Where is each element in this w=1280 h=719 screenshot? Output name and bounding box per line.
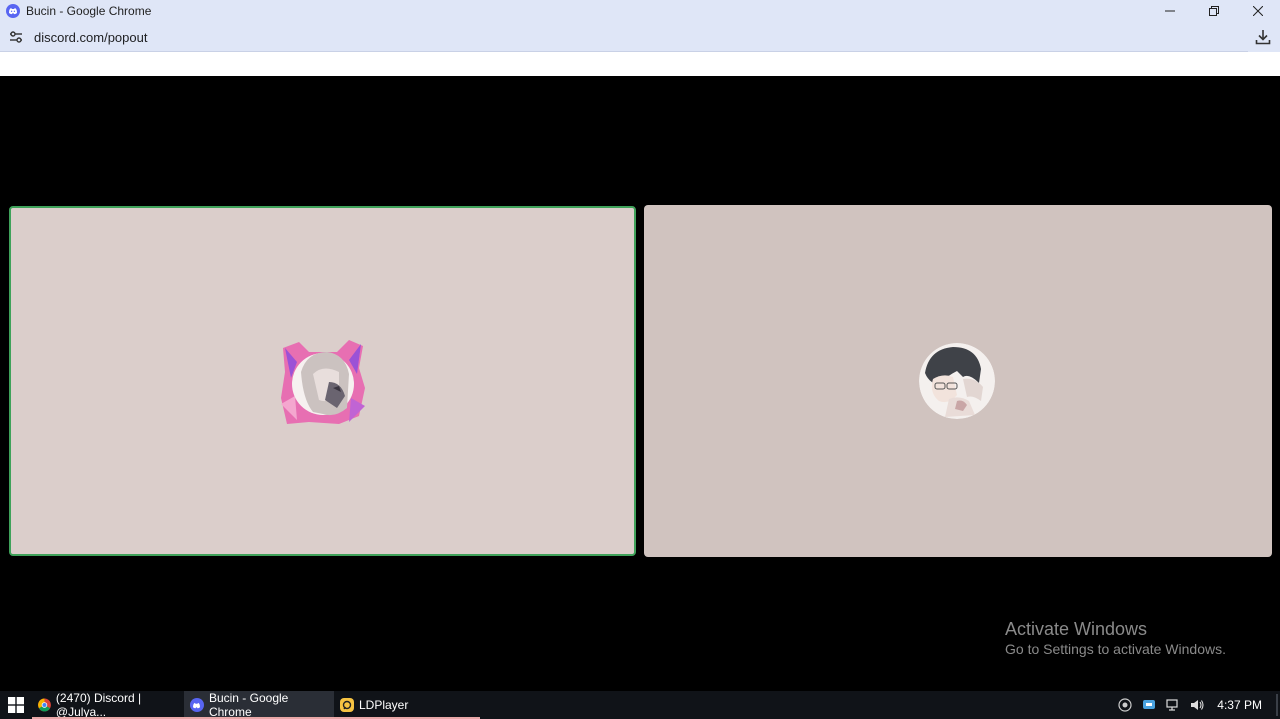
restore-icon: [1209, 6, 1219, 16]
window-titlebar: Bucin - Google Chrome: [0, 0, 1280, 22]
system-tray: 4:37 PM: [1117, 691, 1280, 719]
activate-windows-watermark: Activate Windows Go to Settings to activ…: [1005, 618, 1226, 658]
participant-tile-speaking[interactable]: [9, 206, 636, 556]
network-icon[interactable]: [1165, 697, 1181, 713]
site-info-icon[interactable]: [8, 29, 24, 45]
volume-icon[interactable]: [1189, 697, 1205, 713]
anime-girl-avatar: [281, 340, 365, 424]
close-icon: [1253, 6, 1263, 16]
participant-tile[interactable]: [644, 205, 1272, 557]
activate-subtitle: Go to Settings to activate Windows.: [1005, 641, 1226, 657]
taskbar-item-label: LDPlayer: [359, 698, 409, 712]
minimize-icon: [1165, 10, 1175, 12]
minimize-button[interactable]: [1148, 0, 1192, 22]
discord-icon: [190, 698, 204, 712]
taskbar-item-discord-chrome[interactable]: (2470) Discord | @Julya...: [32, 691, 184, 719]
activate-title: Activate Windows: [1005, 619, 1148, 639]
restore-button[interactable]: [1192, 0, 1236, 22]
show-desktop-button[interactable]: [1276, 694, 1278, 716]
ldplayer-icon: [340, 698, 354, 712]
download-icon[interactable]: [1254, 28, 1272, 46]
start-button[interactable]: [0, 691, 32, 719]
discord-icon: [6, 4, 20, 18]
window-title: Bucin - Google Chrome: [26, 4, 152, 18]
chrome-icon: [38, 698, 51, 712]
url-text[interactable]: discord.com/popout: [34, 30, 147, 45]
taskbar: (2470) Discord | @Julya... Bucin - Googl…: [0, 691, 1280, 719]
taskbar-item-label: (2470) Discord | @Julya...: [55, 691, 142, 719]
windows-logo-icon: [8, 697, 24, 713]
page-header-band: [0, 52, 1280, 76]
close-button[interactable]: [1236, 0, 1280, 22]
chat-app-icon[interactable]: [1141, 697, 1157, 713]
window-controls: [1148, 0, 1280, 22]
address-bar: discord.com/popout: [0, 22, 1280, 52]
anime-boy-avatar: [919, 343, 995, 419]
taskbar-item-ldplayer[interactable]: LDPlayer: [334, 691, 480, 719]
taskbar-item-label: Bucin - Google Chrome: [208, 691, 289, 719]
call-stage: Activate Windows Go to Settings to activ…: [0, 76, 1280, 691]
taskbar-item-bucin-chrome[interactable]: Bucin - Google Chrome: [184, 691, 334, 719]
steam-icon[interactable]: [1117, 697, 1133, 713]
taskbar-clock[interactable]: 4:37 PM: [1217, 698, 1262, 712]
